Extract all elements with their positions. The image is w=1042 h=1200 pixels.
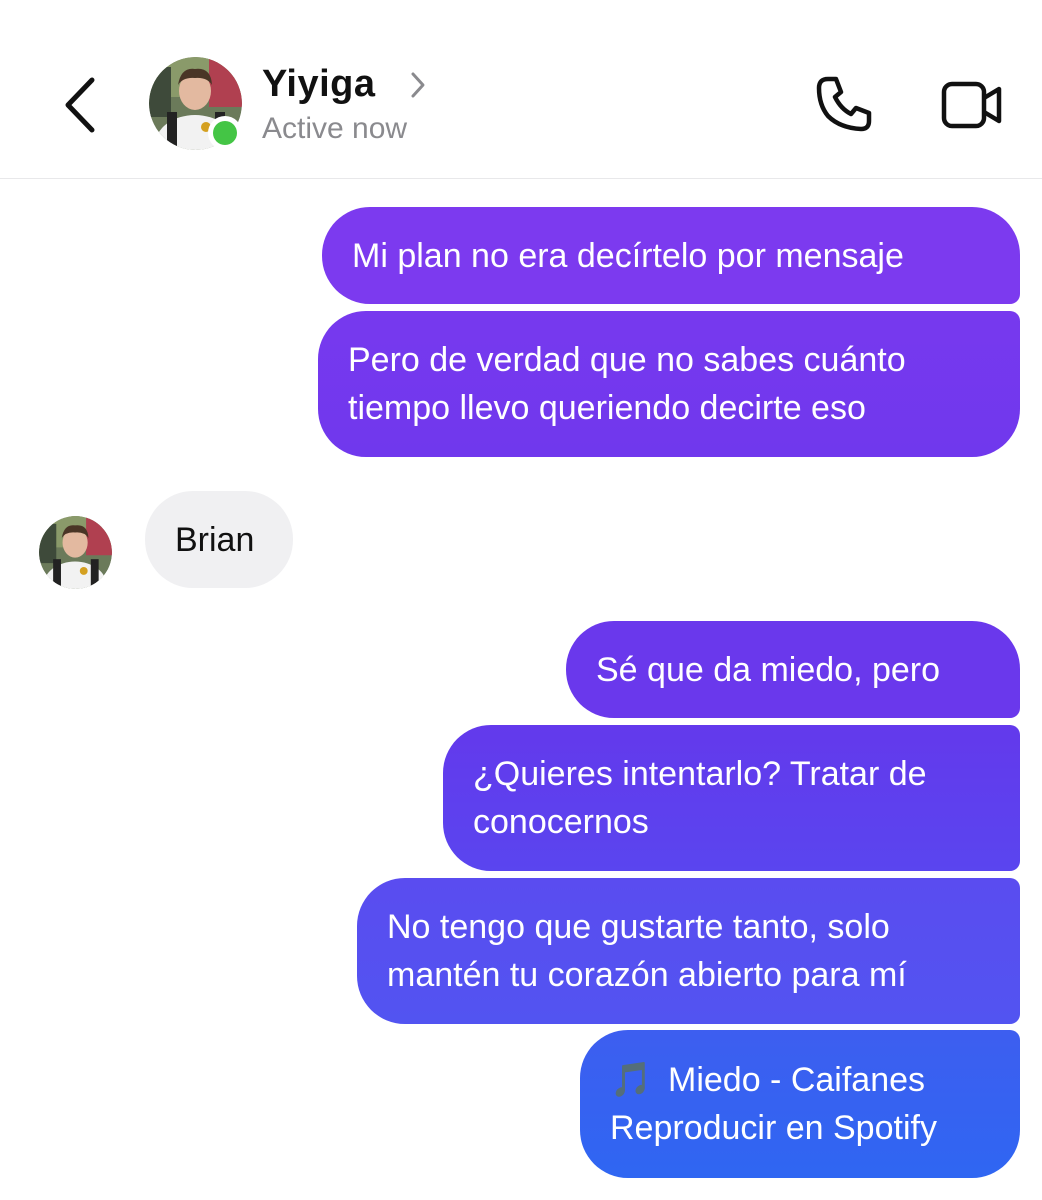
chat-header: Yiyiga Active now <box>0 0 1042 179</box>
message-text: mantén tu corazón abierto para mí <box>387 956 907 994</box>
message-text: Brian <box>175 520 255 559</box>
message-text: tiempo llevo queriendo decirte eso <box>348 389 866 427</box>
contact-avatar[interactable] <box>149 57 242 150</box>
message-bubble-sent[interactable]: Pero de verdad que no sabes cuánto tiemp… <box>318 311 1020 457</box>
back-button[interactable] <box>56 72 106 138</box>
spotify-link-bubble[interactable]: 🎵 Miedo - Caifanes Reproducir en Spotify <box>580 1030 1020 1178</box>
spotify-link-text[interactable]: Reproducir en Spotify <box>610 1104 937 1152</box>
sender-avatar[interactable] <box>39 516 112 589</box>
chat-screen: Yiyiga Active now Mi plan no era decírte… <box>0 0 1042 1200</box>
contact-details-button[interactable] <box>408 70 428 100</box>
song-title: Miedo - Caifanes <box>668 1061 926 1099</box>
contact-name[interactable]: Yiyiga <box>262 63 376 106</box>
message-text: Pero de verdad que no sabes cuánto <box>348 341 906 379</box>
message-text: Mi plan no era decírtelo por mensaje <box>352 236 904 275</box>
message-text: Sé que da miedo, pero <box>596 650 941 689</box>
video-call-button[interactable] <box>940 80 1004 130</box>
message-bubble-sent[interactable]: No tengo que gustarte tanto, solo mantén… <box>357 878 1020 1024</box>
message-bubble-received[interactable]: Brian <box>145 491 293 588</box>
chevron-right-icon <box>411 72 425 98</box>
online-status-dot <box>208 116 242 150</box>
video-camera-icon <box>941 81 1002 129</box>
voice-call-button[interactable] <box>814 74 874 134</box>
chevron-left-icon <box>65 77 95 133</box>
message-text: ¿Quieres intentarlo? Tratar de <box>473 755 927 793</box>
message-bubble-sent[interactable]: Mi plan no era decírtelo por mensaje <box>322 207 1020 304</box>
active-status: Active now <box>262 112 408 145</box>
music-note-icon: 🎵 <box>610 1061 653 1099</box>
message-bubble-sent[interactable]: Sé que da miedo, pero <box>566 621 1020 718</box>
phone-icon <box>816 76 872 132</box>
message-bubble-sent[interactable]: ¿Quieres intentarlo? Tratar de conocerno… <box>443 725 1020 871</box>
message-text: No tengo que gustarte tanto, solo <box>387 908 890 946</box>
message-text: conocernos <box>473 803 649 841</box>
